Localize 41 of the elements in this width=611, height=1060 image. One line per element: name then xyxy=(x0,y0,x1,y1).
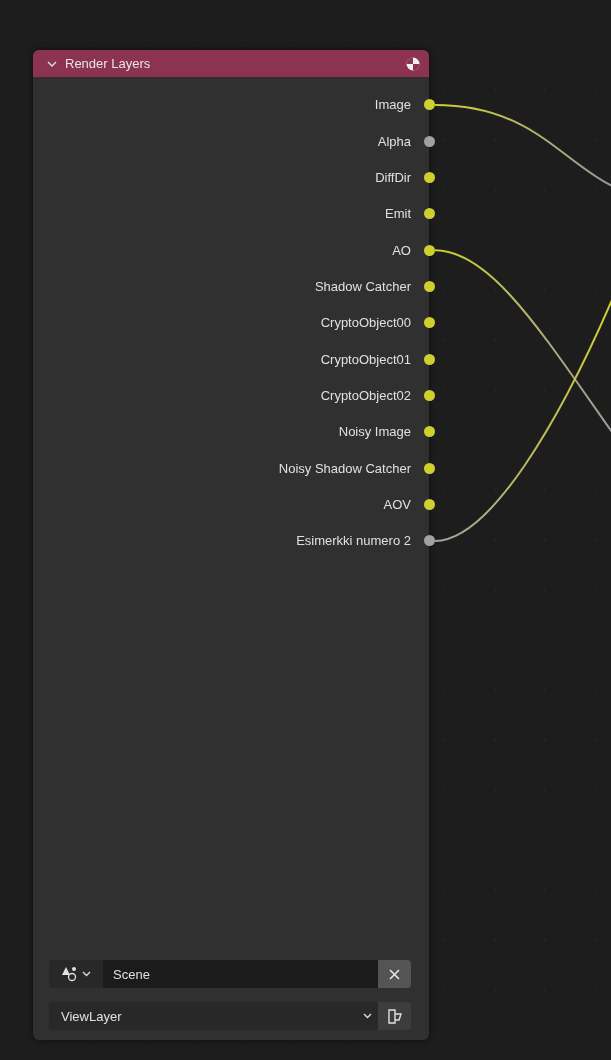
node-title: Render Layers xyxy=(65,56,152,71)
scene-field[interactable]: Scene xyxy=(103,960,378,988)
caret-icon xyxy=(82,971,91,977)
output-socket[interactable] xyxy=(423,426,435,438)
node-panel[interactable]: Render Layers Image Alpha DiffDir Emit AO Shadow Catcher CryptoObject00 CryptoObject01 CryptoObject02 Noisy Image Noisy Shadow Catcher AOV Esimerkki numero 2 Scene ViewLayer xyxy=(33,50,429,1040)
caret-icon xyxy=(363,1013,372,1019)
output-label: AO xyxy=(392,242,411,258)
output-socket[interactable] xyxy=(423,462,435,474)
output-label: Image xyxy=(374,97,411,113)
output-socket[interactable] xyxy=(423,390,435,402)
close-button[interactable] xyxy=(378,960,411,988)
layer-toggle-button[interactable] xyxy=(378,1002,411,1030)
output-socket[interactable] xyxy=(423,353,435,365)
output-label: CryptoObject02 xyxy=(320,388,411,404)
output-socket[interactable] xyxy=(423,281,435,293)
output-socket[interactable] xyxy=(423,535,435,547)
collapse-caret-icon[interactable] xyxy=(47,59,57,68)
close-icon xyxy=(389,968,400,980)
output-socket[interactable] xyxy=(423,499,435,511)
output-socket[interactable] xyxy=(423,172,435,184)
scene-icon xyxy=(61,966,79,982)
output-socket[interactable] xyxy=(423,317,435,329)
output-label: Shadow Catcher xyxy=(314,279,411,295)
output-label: CryptoObject00 xyxy=(320,315,411,331)
output-socket[interactable] xyxy=(423,135,435,147)
view-layer-dropdown[interactable]: ViewLayer xyxy=(49,1002,378,1030)
output-label: Noisy Shadow Catcher xyxy=(278,460,411,476)
node-header[interactable]: Render Layers xyxy=(33,50,429,77)
output-socket[interactable] xyxy=(423,99,435,111)
scene-picker-button[interactable] xyxy=(49,960,103,988)
layers-icon xyxy=(386,1008,403,1024)
output-label: Noisy Image xyxy=(338,424,411,440)
output-label: Esimerkki numero 2 xyxy=(296,533,411,549)
render-sphere-icon xyxy=(406,56,420,71)
output-label: CryptoObject01 xyxy=(320,351,411,367)
output-label: Alpha xyxy=(377,133,411,149)
output-label: DiffDir xyxy=(375,170,411,186)
output-label: Emit xyxy=(385,206,411,222)
output-socket[interactable] xyxy=(423,208,435,220)
output-label: AOV xyxy=(383,497,411,513)
output-socket[interactable] xyxy=(423,244,435,256)
